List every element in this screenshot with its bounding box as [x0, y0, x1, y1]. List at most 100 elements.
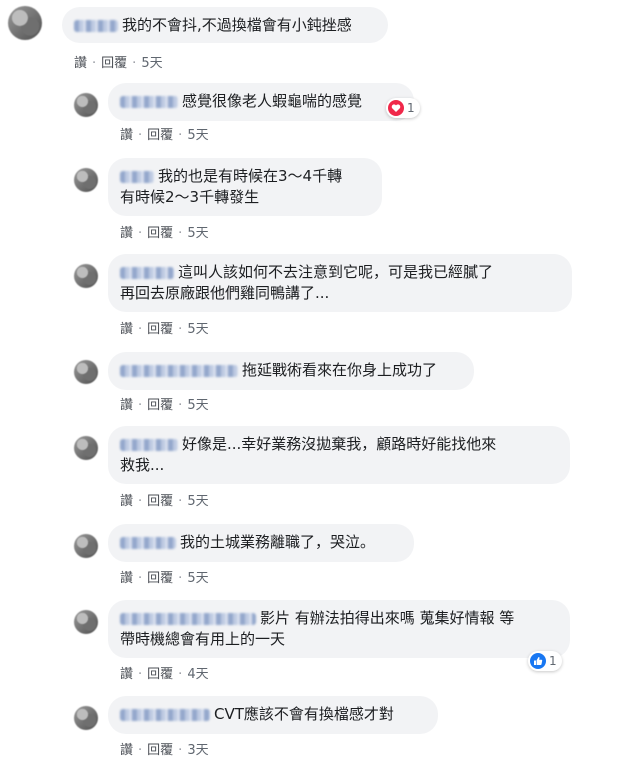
comment-text-line-1: 我的也是有時候在3～4千轉 [158, 167, 343, 185]
separator: · [178, 128, 183, 143]
comment-actions: 讚 · 回覆 · 5天 [74, 52, 163, 71]
commenter-name[interactable] [120, 612, 256, 625]
thumbs-up-icon [530, 653, 546, 669]
comment-text-line-2: 帶時機總會有用上的一天 [120, 630, 286, 648]
comment-text-line-1: 影片 有辦法拍得出來嗎 蒐集好情報 等 [260, 609, 515, 627]
timestamp[interactable]: 5天 [187, 490, 208, 509]
comment-actions: 讚 · 回覆 · 5天 [120, 124, 209, 143]
timestamp[interactable]: 5天 [187, 567, 208, 586]
like-link[interactable]: 讚 [74, 52, 87, 71]
comment-text-line-1: 這叫人該如何不去注意到它呢，可是我已經膩了 [178, 263, 494, 281]
separator: · [178, 494, 183, 509]
comment-text: CVT應該不會有換檔感才對 [214, 705, 394, 723]
comment-bubble: 我的也是有時候在3～4千轉 有時候2～3千轉發生 [108, 158, 382, 216]
comment-bubble: 感覺很像老人蝦龜喘的感覺 [108, 83, 414, 121]
comment-text-line-2: 有時候2～3千轉發生 [120, 188, 260, 206]
commenter-name[interactable] [120, 438, 178, 451]
like-link[interactable]: 讚 [120, 663, 133, 682]
comment-text-line-1: 好像是...幸好業務沒拋棄我，顧路時好能找他來 [182, 435, 497, 453]
comment-actions: 讚 · 回覆 · 5天 [120, 394, 209, 413]
comment-text: 拖延戰術看來在你身上成功了 [242, 361, 438, 379]
separator: · [178, 571, 183, 586]
like-link[interactable]: 讚 [120, 124, 133, 143]
separator: · [178, 667, 183, 682]
reply-link[interactable]: 回覆 [147, 318, 173, 337]
reply-link[interactable]: 回覆 [147, 124, 173, 143]
timestamp[interactable]: 3天 [187, 739, 208, 758]
comment-actions: 讚 · 回覆 · 3天 [120, 739, 209, 758]
commenter-name[interactable] [120, 95, 178, 108]
comment-bubble: 拖延戰術看來在你身上成功了 [108, 352, 474, 390]
avatar[interactable] [74, 610, 98, 634]
like-link[interactable]: 讚 [120, 318, 133, 337]
commenter-name[interactable] [74, 19, 118, 32]
like-link[interactable]: 讚 [120, 394, 133, 413]
commenter-name[interactable] [120, 170, 154, 183]
separator: · [138, 322, 143, 337]
avatar[interactable] [74, 706, 98, 730]
like-link[interactable]: 讚 [120, 222, 133, 241]
like-link[interactable]: 讚 [120, 739, 133, 758]
comment-text-line-2: 救我... [120, 456, 165, 474]
comment-bubble: 這叫人該如何不去注意到它呢，可是我已經膩了 再回去原廠跟他們雞同鴨講了... [108, 254, 572, 312]
timestamp[interactable]: 5天 [141, 52, 162, 71]
separator: · [92, 56, 97, 71]
separator: · [138, 128, 143, 143]
timestamp[interactable]: 5天 [187, 124, 208, 143]
separator: · [138, 667, 143, 682]
comment-actions: 讚 · 回覆 · 5天 [120, 567, 209, 586]
commenter-name[interactable] [120, 266, 174, 279]
separator: · [138, 743, 143, 758]
avatar[interactable] [74, 93, 98, 117]
reaction-badge[interactable]: 1 [386, 98, 420, 118]
comment-text: 我的土城業務離職了，哭泣。 [180, 533, 376, 551]
timestamp[interactable]: 4天 [187, 663, 208, 682]
avatar[interactable] [74, 534, 98, 558]
reaction-badge[interactable]: 1 [528, 651, 562, 671]
commenter-name[interactable] [120, 364, 238, 377]
timestamp[interactable]: 5天 [187, 318, 208, 337]
like-link[interactable]: 讚 [120, 567, 133, 586]
comment-actions: 讚 · 回覆 · 4天 [120, 663, 209, 682]
avatar[interactable] [74, 436, 98, 460]
comment-bubble: 我的土城業務離職了，哭泣。 [108, 524, 414, 562]
reaction-count: 1 [407, 101, 415, 115]
comment-text: 感覺很像老人蝦龜喘的感覺 [182, 92, 363, 110]
separator: · [138, 398, 143, 413]
separator: · [178, 226, 183, 241]
comment-text-line-2: 再回去原廠跟他們雞同鴨講了... [120, 284, 330, 302]
timestamp[interactable]: 5天 [187, 222, 208, 241]
comment-text: 我的不會抖,不過換檔會有小鈍挫感 [122, 16, 352, 34]
comment-bubble: 影片 有辦法拍得出來嗎 蒐集好情報 等 帶時機總會有用上的一天 [108, 600, 570, 658]
comment-actions: 讚 · 回覆 · 5天 [120, 490, 209, 509]
reply-link[interactable]: 回覆 [147, 222, 173, 241]
avatar[interactable] [8, 6, 42, 40]
avatar[interactable] [74, 264, 98, 288]
separator: · [178, 322, 183, 337]
reply-link[interactable]: 回覆 [147, 490, 173, 509]
comment-actions: 讚 · 回覆 · 5天 [120, 318, 209, 337]
commenter-name[interactable] [120, 536, 176, 549]
separator: · [178, 398, 183, 413]
reply-link[interactable]: 回覆 [147, 567, 173, 586]
timestamp[interactable]: 5天 [187, 394, 208, 413]
heart-icon [388, 100, 404, 116]
avatar[interactable] [74, 168, 98, 192]
separator: · [178, 743, 183, 758]
comment-bubble: 我的不會抖,不過換檔會有小鈍挫感 [62, 7, 388, 43]
reply-link[interactable]: 回覆 [101, 52, 127, 71]
separator: · [138, 571, 143, 586]
separator: · [138, 494, 143, 509]
avatar[interactable] [74, 360, 98, 384]
separator: · [138, 226, 143, 241]
reply-link[interactable]: 回覆 [147, 739, 173, 758]
comment-actions: 讚 · 回覆 · 5天 [120, 222, 209, 241]
separator: · [132, 56, 137, 71]
commenter-name[interactable] [120, 708, 210, 721]
reply-link[interactable]: 回覆 [147, 394, 173, 413]
like-link[interactable]: 讚 [120, 490, 133, 509]
reaction-count: 1 [549, 654, 557, 668]
comment-bubble: CVT應該不會有換檔感才對 [108, 696, 438, 734]
comment-bubble: 好像是...幸好業務沒拋棄我，顧路時好能找他來 救我... [108, 426, 570, 484]
reply-link[interactable]: 回覆 [147, 663, 173, 682]
